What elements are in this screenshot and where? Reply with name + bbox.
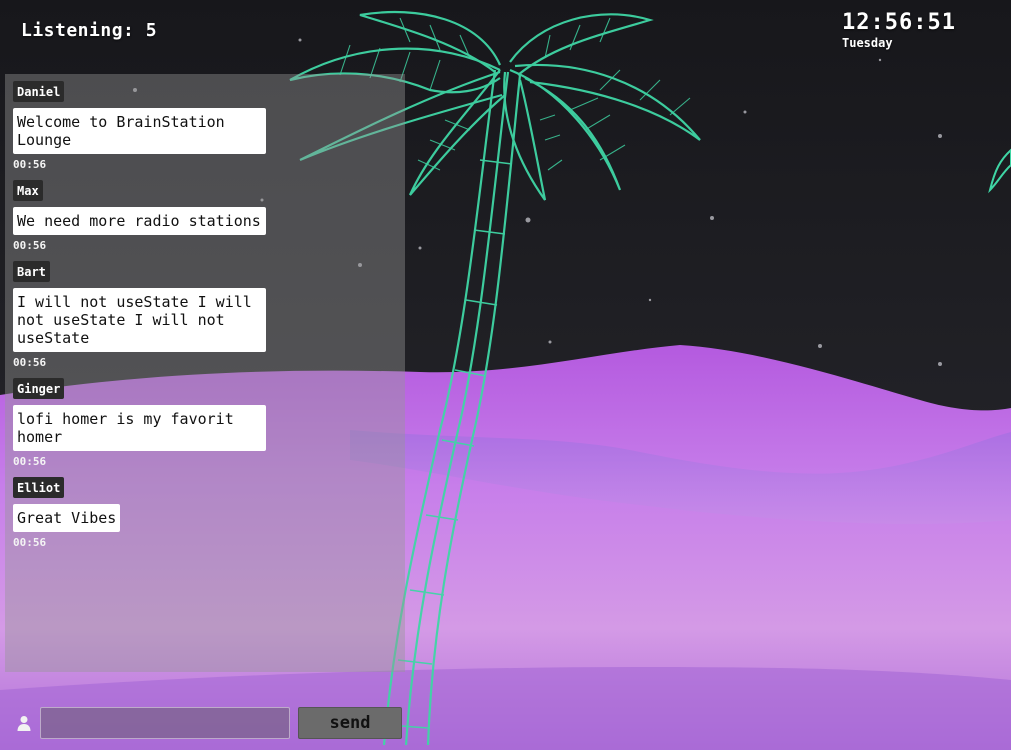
chat-panel: Daniel Welcome to BrainStation Lounge 00… <box>5 74 405 739</box>
chat-message: Bart I will not useState I will not useS… <box>13 261 393 369</box>
clock-time: 12:56:51 <box>842 10 956 35</box>
message-text: I will not useState I will not useState … <box>13 288 266 352</box>
chat-message: Ginger lofi homer is my favorit homer 00… <box>13 378 393 468</box>
message-text: Welcome to BrainStation Lounge <box>13 108 266 154</box>
message-author: Ginger <box>13 378 65 399</box>
message-time: 00:56 <box>13 455 47 468</box>
message-composer: send <box>10 707 410 739</box>
message-author: Elliot <box>13 477 65 498</box>
message-time: 00:56 <box>13 536 47 549</box>
listening-count: Listening: 5 <box>21 20 158 41</box>
message-input[interactable] <box>40 707 290 739</box>
message-text: lofi homer is my favorit homer <box>13 405 266 451</box>
message-time: 00:56 <box>13 239 47 252</box>
user-icon <box>17 716 31 731</box>
send-button[interactable]: send <box>298 707 402 739</box>
clock-day: Tuesday <box>842 36 893 50</box>
message-text: Great Vibes <box>13 504 121 532</box>
message-time: 00:56 <box>13 356 47 369</box>
message-time: 00:56 <box>13 158 47 171</box>
message-author: Max <box>13 180 43 201</box>
message-author: Daniel <box>13 81 65 102</box>
clock: 12:56:51 Tuesday <box>842 10 956 50</box>
chat-message: Elliot Great Vibes 00:56 <box>13 477 393 549</box>
message-list[interactable]: Daniel Welcome to BrainStation Lounge 00… <box>13 81 393 558</box>
message-text: We need more radio stations <box>13 207 266 235</box>
message-author: Bart <box>13 261 50 282</box>
chat-message: Daniel Welcome to BrainStation Lounge 00… <box>13 81 393 171</box>
chat-message: Max We need more radio stations 00:56 <box>13 180 393 252</box>
